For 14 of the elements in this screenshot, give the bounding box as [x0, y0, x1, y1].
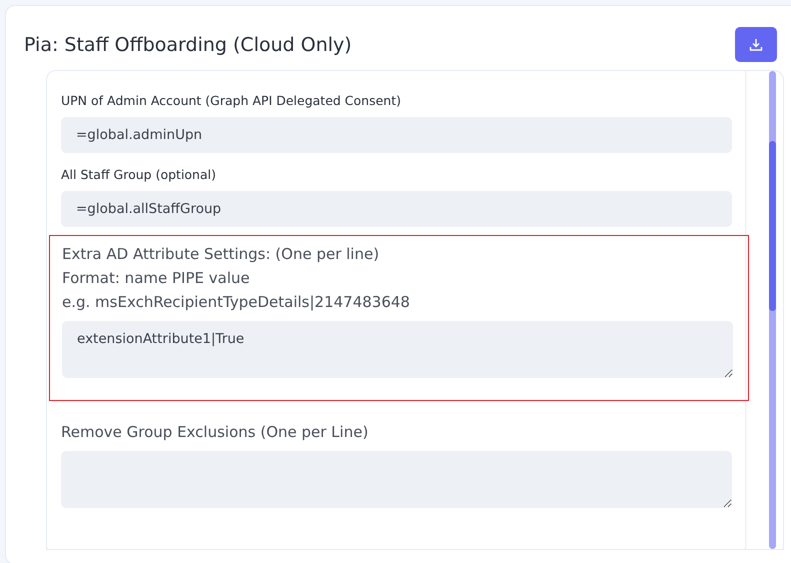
field-label: e.g. msExchRecipientTypeDetails|2147483648	[62, 292, 411, 313]
text-area[interactable]: extensionAttribute1|True	[62, 321, 733, 378]
field-label: Remove Group Exclusions (One per Line)	[61, 422, 370, 443]
field-label: Format: name PIPE value	[62, 268, 251, 289]
text-field[interactable]: =global.adminUpn	[61, 117, 732, 153]
field-label: Extra AD Attribute Settings: (One per line)	[62, 244, 380, 265]
dialog-title: Pia: Staff Offboarding (Cloud Only)	[24, 34, 352, 56]
text-area[interactable]	[61, 451, 732, 508]
text-field[interactable]: =global.allStaffGroup	[61, 191, 732, 227]
field-label: All Staff Group (optional)	[61, 166, 217, 184]
download-icon	[749, 38, 763, 52]
download-button[interactable]	[735, 27, 777, 62]
field-label: UPN of Admin Account (Graph API Delegated Consent)	[61, 92, 402, 110]
scrollbar-thumb[interactable]	[769, 141, 776, 311]
